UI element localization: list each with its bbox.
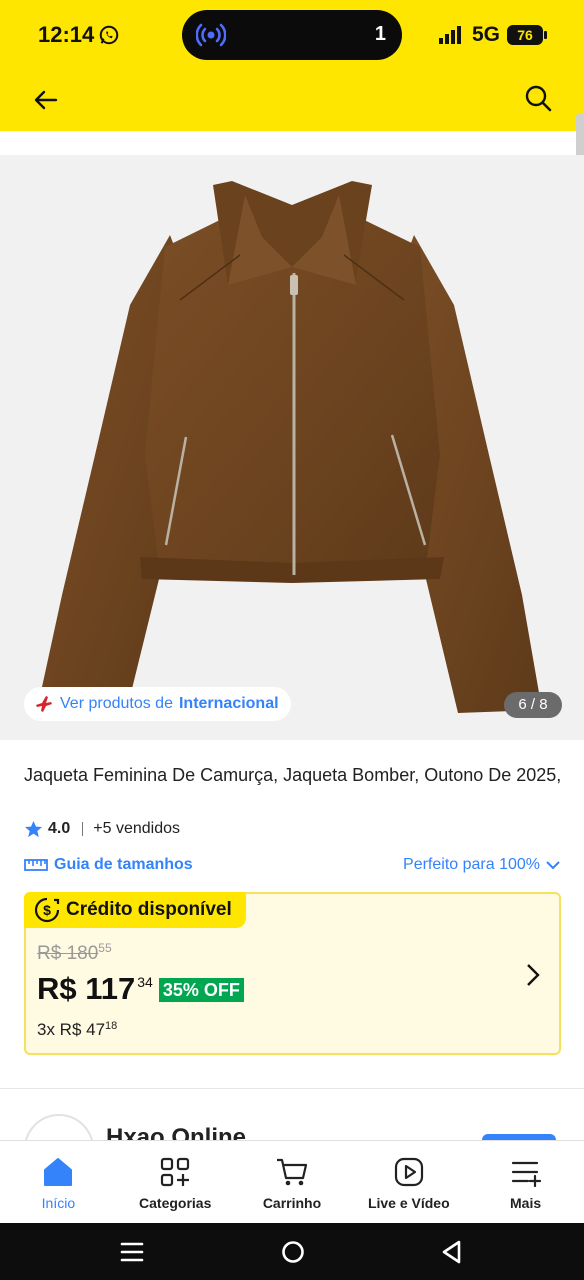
- nav-cart[interactable]: Carrinho: [234, 1141, 351, 1223]
- international-products-chip[interactable]: Ver produtos de Internacional: [24, 687, 291, 721]
- product-gallery[interactable]: Ver produtos de Internacional 6 / 8: [0, 155, 584, 740]
- whatsapp-icon: [99, 25, 119, 45]
- categories-icon: [161, 1157, 190, 1187]
- nav-cart-label: Carrinho: [262, 1195, 322, 1211]
- fit-label: Perfeito para 100%: [403, 856, 540, 873]
- current-price-row: R$ 117 34 35% OFF: [37, 971, 244, 1007]
- size-guide-label: Guia de tamanhos: [54, 856, 193, 873]
- current-price-cents: 34: [137, 974, 153, 990]
- sold-count: +5 vendidos: [93, 820, 180, 837]
- intl-chip-prefix: Ver produtos de: [60, 695, 173, 712]
- installments-value: 3x R$ 47: [37, 1020, 106, 1039]
- app-root: 12:14 1 5G 76 Ver produtos de Internacio…: [0, 0, 584, 1280]
- nav-live-video[interactable]: Live e Vídeo: [350, 1141, 467, 1223]
- size-row: Guia de tamanhos Perfeito para 100%: [24, 853, 560, 877]
- rating-value: 4.0: [48, 820, 71, 837]
- rating-row[interactable]: 4.0 +5 vendidos: [24, 818, 180, 840]
- video-icon: [394, 1157, 423, 1187]
- search-icon[interactable]: [522, 82, 554, 114]
- svg-text:$: $: [43, 902, 51, 918]
- network-type: 5G: [472, 23, 501, 46]
- original-price-value: R$ 180: [37, 943, 99, 964]
- intl-chip-highlight: Internacional: [178, 695, 279, 712]
- chevron-down-icon: [546, 861, 560, 870]
- nav-categories-label: Categorias: [139, 1195, 212, 1211]
- battery-icon: 76: [507, 25, 547, 45]
- signal-icon: [439, 26, 461, 44]
- credit-available-tag: $ Crédito disponível: [24, 892, 246, 928]
- divider: [82, 822, 84, 836]
- status-bar: 12:14 1 5G 76: [0, 0, 584, 68]
- credit-price-card[interactable]: $ Crédito disponível R$ 18055 R$ 117 34 …: [24, 892, 561, 1055]
- back-arrow-icon[interactable]: [30, 84, 62, 116]
- bottom-navigation: Início Categorias Carrinho Live e Vídeo …: [0, 1140, 584, 1223]
- nav-more-label: Mais: [510, 1195, 542, 1211]
- original-price-cents: 55: [98, 941, 112, 955]
- credit-label: Crédito disponível: [66, 899, 232, 920]
- dynamic-island: 1: [182, 10, 402, 60]
- installments-cents: 18: [105, 1020, 118, 1032]
- nav-home[interactable]: Início: [0, 1141, 117, 1223]
- credit-coin-icon: $: [34, 897, 60, 923]
- nav-live-video-label: Live e Vídeo: [367, 1195, 450, 1211]
- fit-dropdown[interactable]: Perfeito para 100%: [403, 856, 560, 874]
- size-guide-link[interactable]: Guia de tamanhos: [24, 856, 193, 874]
- home-circle-icon[interactable]: [280, 1239, 306, 1265]
- ruler-icon: [24, 859, 48, 871]
- status-time: 12:14: [38, 22, 95, 47]
- airplane-icon: [36, 696, 52, 712]
- system-navigation-bar: [0, 1223, 584, 1280]
- home-icon: [44, 1158, 73, 1186]
- original-price: R$ 18055: [37, 941, 112, 965]
- section-divider: [0, 1088, 584, 1089]
- nav-categories[interactable]: Categorias: [117, 1141, 234, 1223]
- chevron-right-icon[interactable]: [524, 961, 542, 989]
- notification-count: 1: [374, 23, 386, 45]
- broadcast-icon: [196, 23, 226, 47]
- menu-icon: [511, 1161, 541, 1188]
- current-price: R$ 117: [37, 971, 136, 1006]
- nav-more[interactable]: Mais: [467, 1141, 584, 1223]
- recent-apps-icon[interactable]: [119, 1239, 145, 1265]
- image-counter: 6 / 8: [504, 692, 562, 718]
- discount-badge: 35% OFF: [158, 978, 244, 1002]
- back-triangle-icon[interactable]: [439, 1239, 465, 1265]
- product-image: [42, 181, 542, 713]
- star-icon: [24, 820, 43, 837]
- product-title: Jaqueta Feminina De Camurça, Jaqueta Bom…: [24, 765, 562, 785]
- top-app-bar: [0, 68, 584, 131]
- nav-home-label: Início: [41, 1195, 76, 1211]
- cart-icon: [276, 1158, 308, 1186]
- installments: 3x R$ 4718: [37, 1020, 117, 1040]
